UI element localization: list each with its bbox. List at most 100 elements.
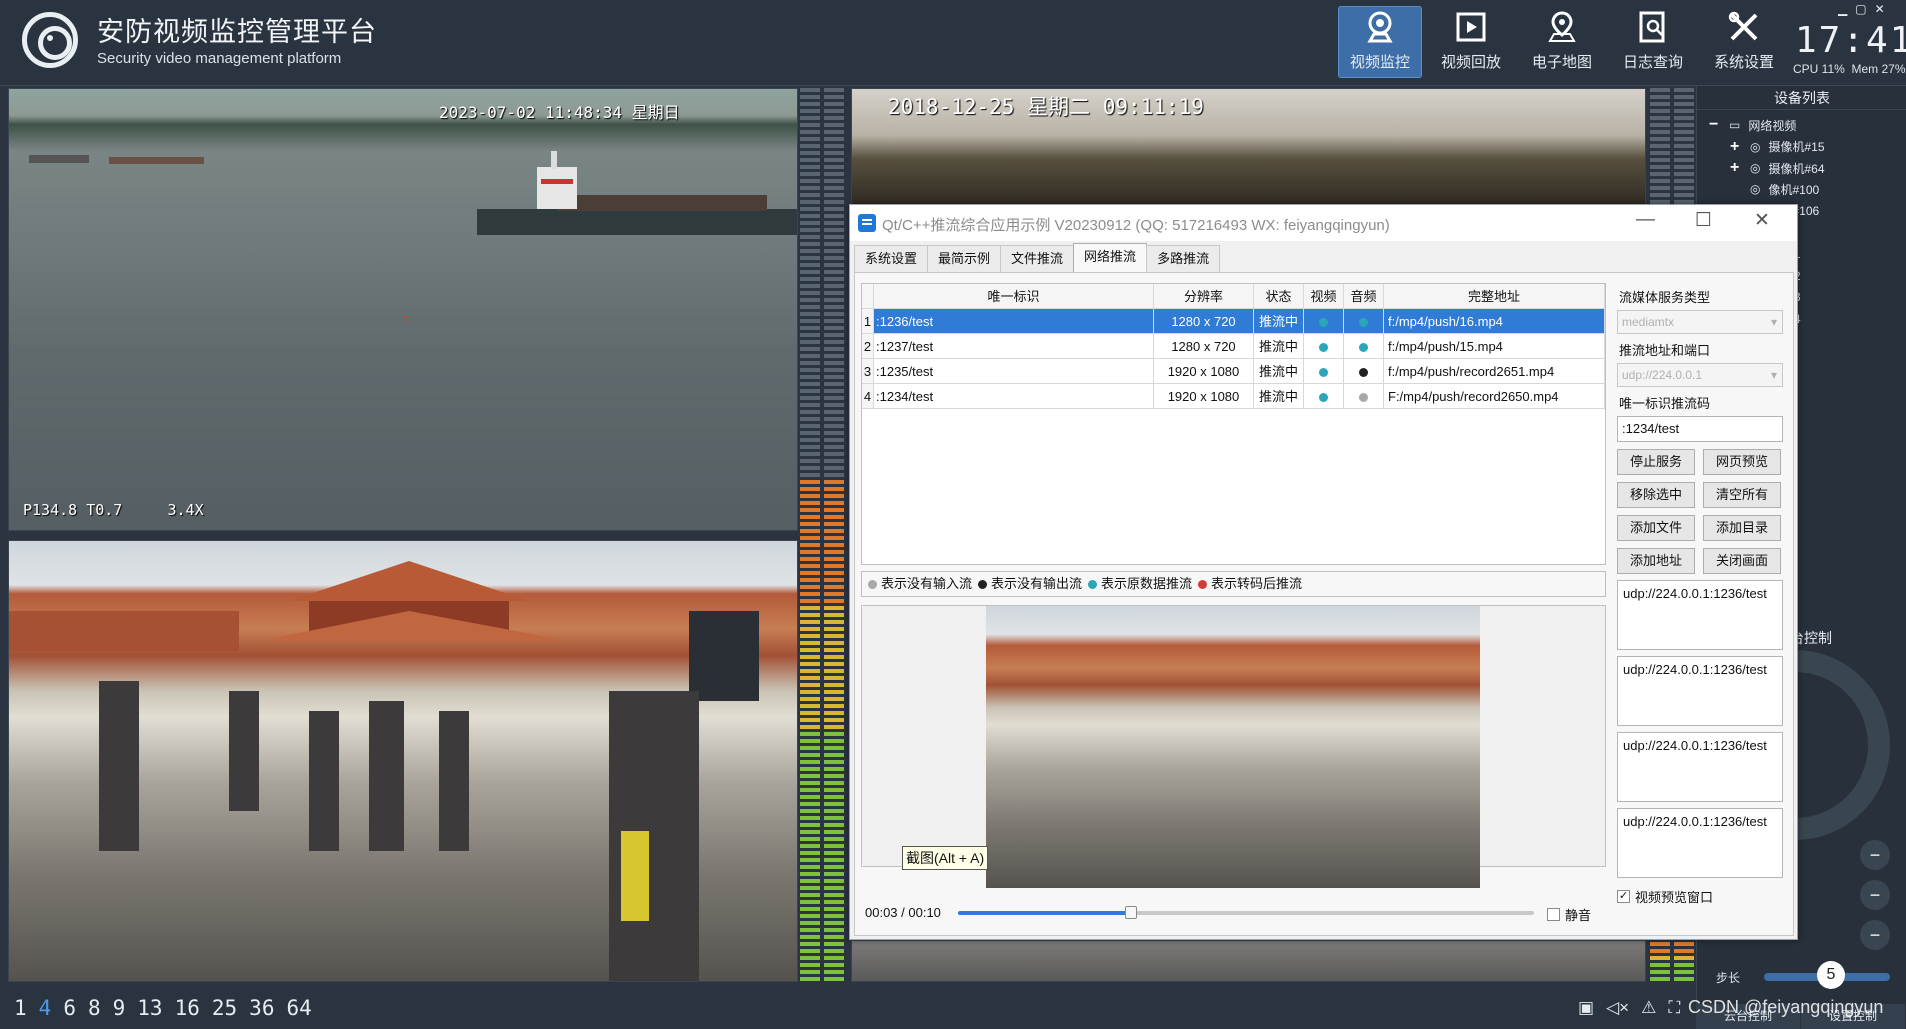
mute-checkbox-box[interactable] <box>1547 908 1560 921</box>
ptz-iris-out-button[interactable]: − <box>1860 920 1890 950</box>
dialog-close-icon[interactable]: ✕ <box>1754 209 1770 232</box>
stream-url-textbox[interactable]: udp://224.0.0.1:1236/test <box>1617 656 1783 726</box>
tab-2[interactable]: 文件推流 <box>1000 245 1075 272</box>
action-button[interactable]: 关闭画面 <box>1703 548 1781 574</box>
action-button[interactable]: 网页预览 <box>1703 449 1781 475</box>
stream-id-cell: :1235/test <box>874 359 1154 384</box>
minimize-icon[interactable]: ▁ <box>1838 2 1847 16</box>
preview-window-checkbox[interactable]: ✓ 视频预览窗口 <box>1617 887 1787 906</box>
layout-option-6[interactable]: 6 <box>63 996 76 1020</box>
column-header[interactable]: 完整地址 <box>1384 284 1605 309</box>
vu-segment <box>824 963 844 967</box>
vu-segment <box>824 613 844 617</box>
preview-window-checkbox-box[interactable]: ✓ <box>1617 890 1630 903</box>
playback-progress-handle[interactable] <box>1124 906 1137 919</box>
tab-1[interactable]: 最简示例 <box>927 245 1002 272</box>
layout-option-13[interactable]: 13 <box>137 996 162 1020</box>
ptz-focus-out-button[interactable]: − <box>1860 880 1890 910</box>
vu-segment <box>824 158 844 162</box>
vu-segment <box>824 480 844 484</box>
action-button[interactable]: 添加地址 <box>1617 548 1695 574</box>
layout-option-9[interactable]: 9 <box>113 996 126 1020</box>
fullscreen-icon[interactable]: ⛶ <box>1668 998 1680 1018</box>
mute-icon[interactable]: ◁× <box>1606 998 1629 1018</box>
ptz-zoom-out-button[interactable]: − <box>1860 840 1890 870</box>
layout-option-8[interactable]: 8 <box>88 996 101 1020</box>
maximize-icon[interactable]: ▢ <box>1855 2 1866 16</box>
push-address-select[interactable]: udp://224.0.0.1 <box>1617 363 1783 387</box>
layout-option-1[interactable]: 1 <box>14 996 27 1020</box>
action-button[interactable]: 移除选中 <box>1617 482 1695 508</box>
tab-0[interactable]: 系统设置 <box>854 245 929 272</box>
server-type-select[interactable]: mediamtx <box>1617 310 1783 334</box>
tab-4[interactable]: 多路推流 <box>1146 245 1221 272</box>
layout-option-36[interactable]: 36 <box>249 996 274 1020</box>
expand-icon[interactable]: + <box>1730 138 1742 156</box>
layout-option-64[interactable]: 64 <box>286 996 311 1020</box>
dialog-maximize-icon[interactable]: ☐ <box>1695 209 1712 232</box>
nav-video-playback[interactable]: 视频回放 <box>1429 6 1513 78</box>
id-code-input[interactable]: :1234/test <box>1617 416 1783 442</box>
table-row[interactable]: 4:1234/test 1920 x 1080 推流中 F:/mp4/push/rec… <box>862 384 1605 409</box>
action-button[interactable]: 添加文件 <box>1617 515 1695 541</box>
nav-system-settings[interactable]: 系统设置 <box>1702 6 1786 78</box>
stream-url-textbox[interactable]: udp://224.0.0.1:1236/test <box>1617 732 1783 802</box>
table-row[interactable]: 3:1235/test 1920 x 1080 推流中 f:/mp4/push/rec… <box>862 359 1605 384</box>
csdn-watermark: CSDN @feiyangqingyun <box>1688 997 1884 1017</box>
vu-segment <box>824 620 844 624</box>
device-tree-item[interactable]: + ◎ 摄像机#64 <box>1730 159 1825 177</box>
vu-segment <box>1674 977 1694 981</box>
action-button[interactable]: 添加目录 <box>1703 515 1781 541</box>
layout-option-25[interactable]: 25 <box>212 996 237 1020</box>
column-header[interactable]: 分辨率 <box>1154 284 1254 309</box>
camera-icon: ◎ <box>1750 182 1761 196</box>
legend-dot-icon <box>868 580 877 590</box>
vu-segment <box>824 942 844 946</box>
video-panel-top[interactable]: 2018-12-25 星期二 09:11:19 <box>851 88 1646 206</box>
nav-log-query[interactable]: 日志查询 <box>1611 6 1695 78</box>
device-tree-item[interactable]: − ▭ 网络视频 <box>1709 116 1796 134</box>
table-row[interactable]: 2:1237/test 1280 x 720 推流中 f:/mp4/push/15.m… <box>862 334 1605 359</box>
vu-segment <box>1650 95 1670 99</box>
nav-video-monitor[interactable]: 视频监控 <box>1338 6 1422 78</box>
vu-segment <box>824 872 844 876</box>
layout-option-16[interactable]: 16 <box>175 996 200 1020</box>
device-tree-item[interactable]: ◎ 像机#100 <box>1730 181 1819 198</box>
column-header[interactable]: 唯一标识 <box>874 284 1154 309</box>
action-button[interactable]: 停止服务 <box>1617 449 1695 475</box>
camera-icon: ◎ <box>1750 161 1761 175</box>
mute-checkbox[interactable]: 静音 <box>1547 905 1591 924</box>
stream-url-textbox[interactable]: udp://224.0.0.1:1236/test <box>1617 808 1783 878</box>
column-header[interactable]: 视频 <box>1304 284 1344 309</box>
device-tree-item[interactable]: + ◎ 摄像机#15 <box>1730 138 1825 156</box>
vu-segment <box>800 431 820 435</box>
tab-3[interactable]: 网络推流 <box>1073 243 1148 272</box>
vu-segment <box>1650 165 1670 169</box>
step-slider-knob[interactable]: 5 <box>1817 961 1845 989</box>
audio-status-dot-icon <box>1359 368 1368 378</box>
expand-icon[interactable]: + <box>1730 159 1742 177</box>
video-panel-river[interactable]: + 2023-07-02 11:48:34 星期日 P134.8 T0.7 3.… <box>8 88 798 531</box>
video-panel-palace[interactable] <box>8 540 798 982</box>
column-header[interactable]: 音频 <box>1344 284 1384 309</box>
snapshot-icon[interactable]: ▣ <box>1578 998 1594 1018</box>
full-url-cell: f:/mp4/push/record2651.mp4 <box>1384 359 1605 384</box>
action-button[interactable]: 清空所有 <box>1703 482 1781 508</box>
layout-option-4[interactable]: 4 <box>39 996 52 1020</box>
close-icon[interactable]: ✕ <box>1875 2 1885 16</box>
collapse-icon[interactable]: − <box>1709 116 1721 134</box>
nav-e-map[interactable]: 电子地图 <box>1520 6 1604 78</box>
video-panel-bottom[interactable] <box>851 940 1646 982</box>
stream-url-textbox[interactable]: udp://224.0.0.1:1236/test <box>1617 580 1783 650</box>
vu-segment <box>824 424 844 428</box>
vu-segment <box>824 956 844 960</box>
alarm-icon[interactable]: ⚠ <box>1641 998 1656 1018</box>
column-header[interactable]: 状态 <box>1254 284 1304 309</box>
table-row[interactable]: 1:1236/test 1280 x 720 推流中 f:/mp4/push/16.m… <box>862 309 1605 334</box>
vu-segment <box>800 298 820 302</box>
shoreline-boats <box>29 155 204 164</box>
vu-segment <box>800 508 820 512</box>
dialog-minimize-icon[interactable]: — <box>1636 209 1655 231</box>
server-type-label: 流媒体服务类型 <box>1619 290 1711 305</box>
video-preview[interactable]: 截图(Alt + A) <box>861 605 1606 888</box>
